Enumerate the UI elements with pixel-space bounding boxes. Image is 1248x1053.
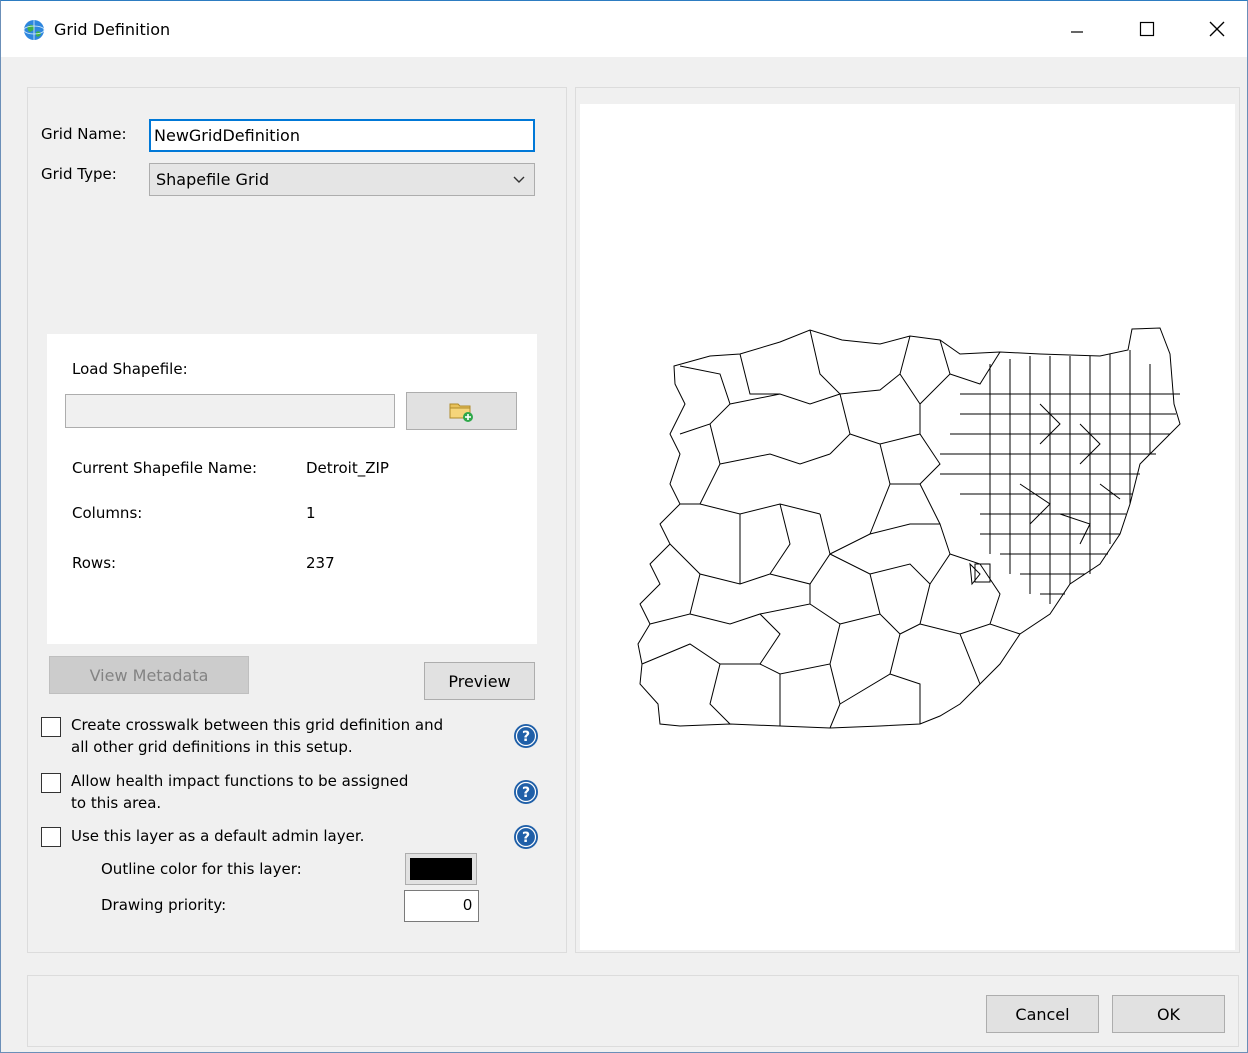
crosswalk-checkbox[interactable] xyxy=(41,717,61,737)
outline-color-picker[interactable] xyxy=(405,853,477,885)
columns-label: Columns: xyxy=(72,504,143,522)
drawing-priority-input[interactable] xyxy=(404,890,479,922)
chevron-down-icon xyxy=(513,176,525,183)
grid-name-label: Grid Name: xyxy=(41,125,127,143)
health-impact-label-line1: Allow health impact functions to be assi… xyxy=(71,772,409,790)
minimize-icon xyxy=(1071,31,1083,33)
help-icon[interactable]: ? xyxy=(513,779,539,805)
current-shapefile-value: Detroit_ZIP xyxy=(306,459,389,477)
grid-type-value: Shapefile Grid xyxy=(156,170,270,189)
preview-button[interactable]: Preview xyxy=(424,662,535,700)
columns-value: 1 xyxy=(306,504,316,522)
view-metadata-button[interactable]: View Metadata xyxy=(49,656,249,694)
grid-name-input[interactable] xyxy=(149,119,535,152)
health-impact-label-line2: to this area. xyxy=(71,794,162,812)
globe-icon xyxy=(23,20,45,40)
close-icon xyxy=(1209,21,1225,37)
minimize-button[interactable] xyxy=(1043,1,1111,57)
map-preview-panel xyxy=(575,87,1240,953)
health-impact-checkbox[interactable] xyxy=(41,773,61,793)
outline-color-swatch xyxy=(410,858,472,880)
current-shapefile-label: Current Shapefile Name: xyxy=(72,459,257,477)
folder-add-icon xyxy=(449,403,473,422)
window-title: Grid Definition xyxy=(54,20,171,39)
grid-type-label: Grid Type: xyxy=(41,165,117,183)
shapefile-path-field[interactable] xyxy=(65,394,395,428)
admin-layer-label: Use this layer as a default admin layer. xyxy=(71,827,365,845)
shapefile-group xyxy=(47,334,537,644)
admin-layer-checkbox[interactable] xyxy=(41,827,61,847)
svg-text:?: ? xyxy=(522,729,530,745)
cancel-button[interactable]: Cancel xyxy=(986,995,1099,1033)
maximize-button[interactable] xyxy=(1113,1,1181,57)
grid-definition-window: Grid Definition Grid Name: Grid Type: Sh… xyxy=(0,0,1248,1053)
help-icon[interactable]: ? xyxy=(513,723,539,749)
rows-value: 237 xyxy=(306,554,335,572)
svg-text:?: ? xyxy=(522,785,530,801)
title-bar: Grid Definition xyxy=(1,1,1247,57)
map-canvas[interactable] xyxy=(580,104,1235,950)
browse-shapefile-button[interactable] xyxy=(406,392,517,430)
ok-button[interactable]: OK xyxy=(1112,995,1225,1033)
help-icon[interactable]: ? xyxy=(513,824,539,850)
load-shapefile-label: Load Shapefile: xyxy=(72,360,188,378)
shapefile-map xyxy=(637,327,1181,729)
grid-type-select[interactable]: Shapefile Grid xyxy=(149,163,535,196)
rows-label: Rows: xyxy=(72,554,117,572)
crosswalk-label-line1: Create crosswalk between this grid defin… xyxy=(71,716,444,734)
outline-color-label: Outline color for this layer: xyxy=(101,860,302,878)
drawing-priority-label: Drawing priority: xyxy=(101,896,227,914)
svg-text:?: ? xyxy=(522,830,530,846)
maximize-icon xyxy=(1139,21,1155,37)
close-button[interactable] xyxy=(1183,1,1248,57)
crosswalk-label-line2: all other grid definitions in this setup… xyxy=(71,738,353,756)
